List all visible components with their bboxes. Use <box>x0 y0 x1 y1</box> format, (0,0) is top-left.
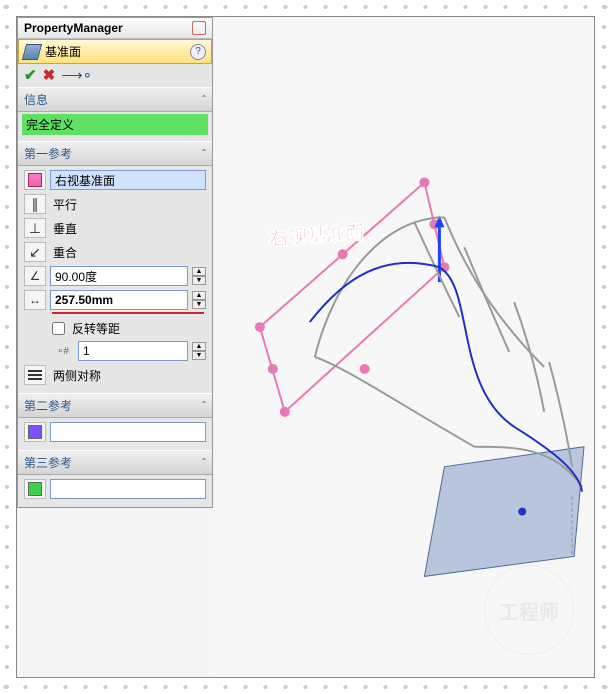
angle-spinner[interactable]: ▲▼ <box>192 267 206 285</box>
section-info-head[interactable]: 信息 ˆ <box>18 87 212 112</box>
ref3-selection-field[interactable] <box>50 479 206 499</box>
ref2-selection-field[interactable] <box>50 422 206 442</box>
distance-spinner[interactable]: ▲▼ <box>192 291 206 309</box>
coincident-label: 重合 <box>50 244 206 261</box>
distance-field[interactable]: 257.50mm <box>50 290 188 310</box>
watermark-text: 工程师 <box>499 596 559 625</box>
instances-value: 1 <box>83 344 90 358</box>
section-ref3-label: 第三参考 <box>24 454 72 471</box>
property-manager-panel: PropertyManager 基准面 ? ✔ ✖ ⟶∘ 信息 ˆ 完全定义 第… <box>17 17 213 508</box>
chevron-up-icon: ˆ <box>202 399 206 413</box>
status-fully-defined: 完全定义 <box>22 114 208 135</box>
distance-icon[interactable]: ↔ <box>24 290 46 310</box>
angle-icon[interactable]: ∠ <box>24 266 46 286</box>
ok-button[interactable]: ✔ <box>24 68 37 83</box>
flip-offset-checkbox[interactable] <box>52 322 65 335</box>
section-ref3-head[interactable]: 第三参考 ˆ <box>18 450 212 475</box>
section-ref1-label: 第一参考 <box>24 145 72 162</box>
cancel-button[interactable]: ✖ <box>43 68 56 83</box>
perpendicular-label: 垂直 <box>50 220 206 237</box>
instances-field[interactable]: 1 <box>78 341 188 361</box>
offset-plane-preview <box>424 447 584 577</box>
chevron-up-icon: ˆ <box>202 93 206 107</box>
pm-titlebar: PropertyManager <box>18 18 212 39</box>
watermark: 工程师 <box>484 565 574 655</box>
section-ref2-head[interactable]: 第二参考 ˆ <box>18 393 212 418</box>
ref2-filter-icon[interactable] <box>24 422 46 442</box>
plane-handle[interactable] <box>338 249 348 259</box>
chevron-up-icon: ˆ <box>202 147 206 161</box>
distance-value: 257.50mm <box>55 293 113 307</box>
source-plane-outline[interactable] <box>260 182 445 411</box>
parallel-label: 平行 <box>50 196 206 213</box>
section-info-label: 信息 <box>24 91 48 108</box>
help-icon[interactable]: ? <box>190 44 206 60</box>
section-ref2-label: 第二参考 <box>24 397 72 414</box>
perpendicular-icon[interactable]: ⊥ <box>24 218 46 238</box>
instances-icon: ∘# <box>52 341 74 361</box>
plane-handle[interactable] <box>280 407 290 417</box>
instances-spinner[interactable]: ▲▼ <box>192 342 206 360</box>
pm-title: PropertyManager <box>24 21 123 35</box>
chevron-up-icon: ˆ <box>202 456 206 470</box>
section-ref1-body: 右视基准面 ∥ 平行 ⊥ 垂直 ↙ 重合 ∠ 90.00度 ▲▼ <box>18 166 212 393</box>
plane-handle[interactable] <box>419 177 429 187</box>
angle-value: 90.00度 <box>55 268 97 285</box>
section-ref1-head[interactable]: 第一参考 ˆ <box>18 141 212 166</box>
pm-feature-title: 基准面 <box>45 43 81 60</box>
coincident-icon[interactable]: ↙ <box>24 242 46 262</box>
underline-annotation <box>52 312 204 314</box>
ref1-selection-field[interactable]: 右视基准面 <box>50 170 206 190</box>
plane-handle[interactable] <box>360 364 370 374</box>
flip-offset-label: 反转等距 <box>69 320 206 337</box>
plane-handle[interactable] <box>255 322 265 332</box>
section-ref3-body <box>18 475 212 507</box>
ref3-filter-icon[interactable] <box>24 479 46 499</box>
origin-point <box>518 508 526 516</box>
pm-feature-header: 基准面 ? <box>18 39 212 64</box>
parallel-icon[interactable]: ∥ <box>24 194 46 214</box>
section-info-body: 完全定义 <box>18 112 212 141</box>
symmetric-icon[interactable] <box>24 365 46 385</box>
selection-filter-icon[interactable] <box>24 170 46 190</box>
plane-handle[interactable] <box>268 364 278 374</box>
detail-preview-button[interactable]: ⟶∘ <box>61 68 92 83</box>
pin-icon[interactable] <box>192 21 206 35</box>
symmetric-label: 两侧对称 <box>50 367 206 384</box>
pm-confirm-row: ✔ ✖ ⟶∘ <box>18 64 212 87</box>
angle-field[interactable]: 90.00度 <box>50 266 188 286</box>
ref1-selection-value: 右视基准面 <box>55 172 115 189</box>
plane-icon <box>22 44 42 60</box>
section-ref2-body <box>18 418 212 450</box>
